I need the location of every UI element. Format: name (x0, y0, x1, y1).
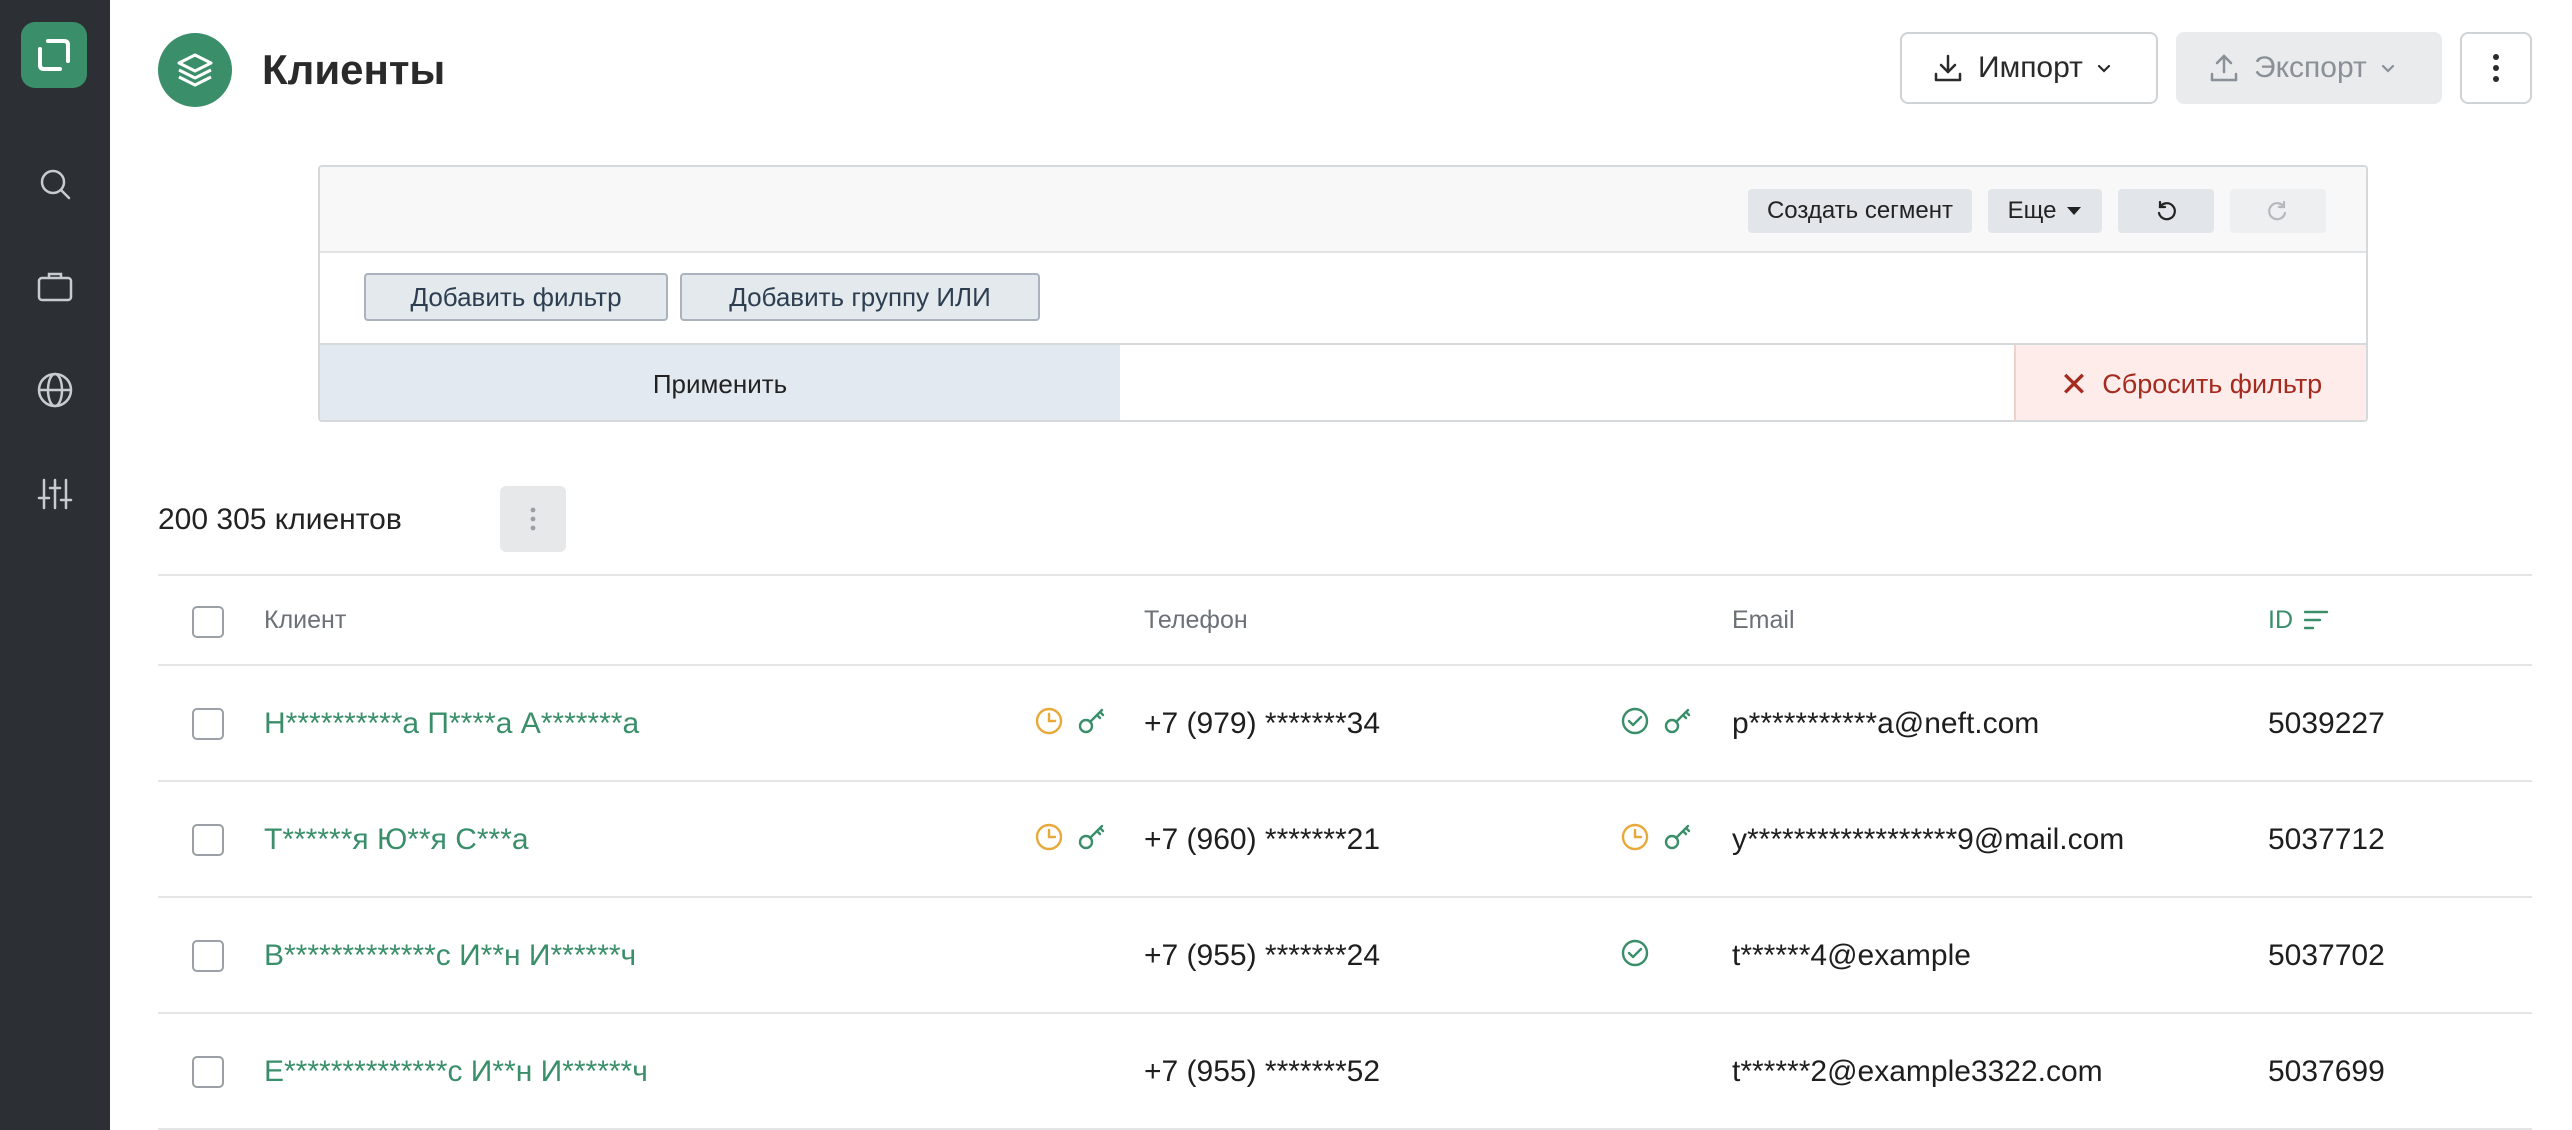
column-email[interactable]: Email (1732, 604, 1795, 636)
sort-icon (2303, 610, 2329, 630)
more-label: Еще (2007, 197, 2057, 224)
clock-icon (1620, 822, 1650, 852)
email-cell: y******************9@mail.com (1732, 823, 2125, 856)
row-checkbox[interactable] (192, 940, 224, 972)
phone-cell: +7 (955) *******52 (1144, 1055, 1381, 1088)
phone-cell: +7 (960) *******21 (1144, 823, 1381, 856)
apply-button[interactable]: Применить (320, 345, 1120, 420)
filter-actions: Применить ✕ Сбросить фильтр (320, 343, 2366, 420)
redo-button[interactable] (2230, 189, 2326, 233)
email-cell: t******4@example (1732, 939, 1971, 972)
filter-panel: Создать сегмент Еще Добавить фильтр Доба… (318, 165, 2368, 422)
row-checkbox[interactable] (192, 708, 224, 740)
table-row[interactable]: Т******я Ю**я С***а +7 (960) *******21 y**… (158, 782, 2532, 898)
id-cell: 5037699 (2268, 1055, 2385, 1088)
email-cell: t******2@example3322.com (1732, 1055, 2103, 1088)
redo-icon (2268, 200, 2287, 221)
sliders-icon[interactable] (33, 472, 77, 516)
column-id-label: ID (2268, 606, 2293, 634)
upload-icon (2210, 54, 2238, 82)
key-icon (1076, 822, 1106, 852)
add-filter-button[interactable]: Добавить фильтр (364, 273, 668, 321)
download-icon (1934, 54, 1962, 82)
client-name-link[interactable]: Е**************с И**н И******ч (264, 1052, 648, 1092)
column-id[interactable]: ID (2268, 604, 2329, 636)
column-client[interactable]: Клиент (264, 604, 346, 636)
chevron-down-icon (2097, 64, 2110, 73)
more-menu-button[interactable] (2460, 32, 2532, 104)
client-name-link[interactable]: Т******я Ю**я С***а (264, 820, 529, 860)
table-row[interactable]: Н**********а П****а А*******а +7 (979) **… (158, 666, 2532, 782)
close-icon: ✕ (2059, 365, 2089, 404)
briefcase-icon[interactable] (33, 264, 77, 308)
select-all-checkbox[interactable] (192, 606, 224, 638)
clients-table: Клиент Телефон Email ID Н**********а П**… (158, 574, 2532, 1130)
clock-icon (1034, 706, 1064, 736)
export-button[interactable]: Экспорт (2176, 32, 2442, 104)
export-label: Экспорт (2254, 51, 2367, 84)
caret-down-icon (2067, 207, 2082, 215)
reset-filter-label: Сбросить фильтр (2102, 369, 2323, 399)
clock-icon (1034, 822, 1064, 852)
import-button[interactable]: Импорт (1900, 32, 2158, 104)
page-logo-icon (158, 33, 232, 107)
check-circle-icon (1620, 706, 1650, 736)
client-name-link[interactable]: Н**********а П****а А*******а (264, 704, 639, 744)
check-circle-icon (1620, 938, 1650, 968)
globe-icon[interactable] (33, 368, 77, 412)
undo-icon (2157, 200, 2176, 221)
client-count: 200 305 клиентов (158, 503, 402, 536)
id-cell: 5039227 (2268, 707, 2385, 740)
add-or-group-button[interactable]: Добавить группу ИЛИ (680, 273, 1040, 321)
key-icon (1076, 706, 1106, 736)
create-segment-button[interactable]: Создать сегмент (1748, 189, 1972, 233)
table-header: Клиент Телефон Email ID (158, 574, 2532, 666)
import-label: Импорт (1978, 51, 2083, 84)
key-icon (1662, 822, 1692, 852)
key-icon (1662, 706, 1692, 736)
phone-cell: +7 (979) *******34 (1144, 707, 1381, 740)
kebab-icon (530, 507, 536, 531)
column-phone[interactable]: Телефон (1144, 604, 1248, 636)
reset-filter-button[interactable]: ✕ Сбросить фильтр (2014, 345, 2366, 420)
search-icon[interactable] (33, 162, 77, 206)
sidebar (0, 0, 110, 1130)
phone-cell: +7 (955) *******24 (1144, 939, 1381, 972)
table-row[interactable]: Е**************с И**н И******ч +7 (955) *… (158, 1014, 2532, 1130)
client-name-link[interactable]: В*************с И**н И******ч (264, 936, 636, 976)
app-logo-icon[interactable] (21, 22, 87, 88)
page-title: Клиенты (262, 46, 446, 93)
chevron-down-icon (2381, 64, 2394, 73)
row-checkbox[interactable] (192, 824, 224, 856)
email-cell: p***********a@neft.com (1732, 707, 2040, 740)
more-dropdown-button[interactable]: Еще (1988, 189, 2102, 233)
undo-button[interactable] (2118, 189, 2214, 233)
id-cell: 5037702 (2268, 939, 2385, 972)
row-checkbox[interactable] (192, 1056, 224, 1088)
count-menu-button[interactable] (500, 486, 566, 552)
table-row[interactable]: В*************с И**н И******ч +7 (955) **… (158, 898, 2532, 1014)
id-cell: 5037712 (2268, 823, 2385, 856)
filter-toolbar: Создать сегмент Еще (320, 167, 2366, 253)
kebab-icon (2493, 54, 2499, 82)
